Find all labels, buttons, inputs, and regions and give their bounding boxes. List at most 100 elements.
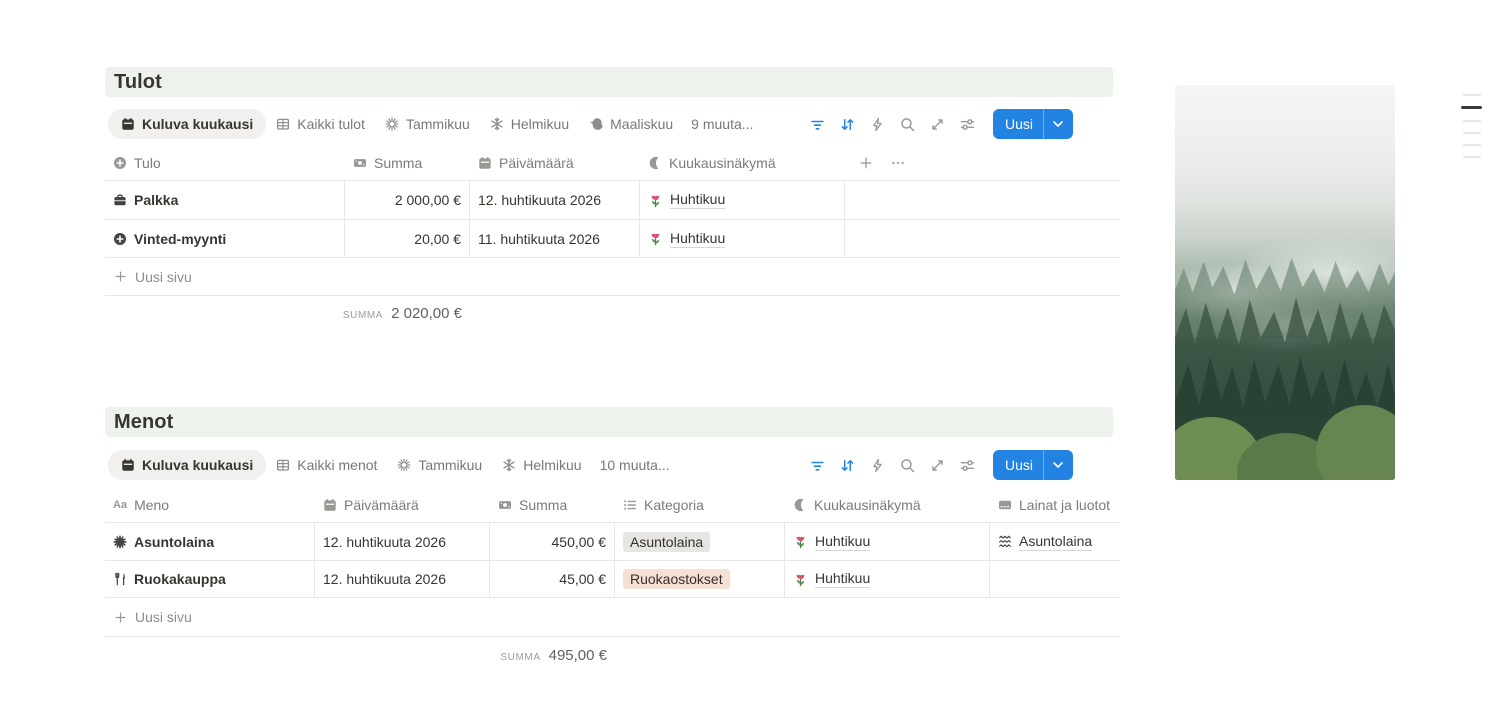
tab-kaikki-tulot[interactable]: Kaikki tulot <box>266 109 375 139</box>
month-relation-cell[interactable]: Huhtikuu <box>785 523 990 560</box>
tab-tammikuu[interactable]: Tammikuu <box>375 109 480 139</box>
expand-icon[interactable] <box>930 117 945 132</box>
table-row[interactable]: Asuntolaina 12. huhtikuuta 2026 450,00 €… <box>105 522 1120 560</box>
lightning-icon[interactable] <box>870 117 885 132</box>
filter-icon[interactable] <box>810 458 825 473</box>
list-icon <box>623 499 636 510</box>
empty-cell[interactable] <box>845 220 1120 257</box>
column-header-summa[interactable]: Summa <box>345 146 470 180</box>
date-cell[interactable]: 12. huhtikuuta 2026 <box>315 561 490 597</box>
outline-line[interactable] <box>1463 120 1481 122</box>
month-relation-cell[interactable]: Huhtikuu <box>785 561 990 597</box>
loan-relation-cell[interactable] <box>990 561 1120 597</box>
duck-icon <box>590 118 603 130</box>
search-icon[interactable] <box>900 117 915 132</box>
relation-link[interactable]: Huhtikuu <box>670 230 726 248</box>
cutlery-icon <box>115 572 126 586</box>
new-button[interactable]: Uusi <box>992 109 1073 139</box>
row-title-cell[interactable]: Vinted-myynti <box>105 220 345 257</box>
sort-icon[interactable] <box>840 117 855 132</box>
column-header-summa[interactable]: Summa <box>490 487 615 522</box>
date-value: 12. huhtikuuta 2026 <box>323 533 446 550</box>
table-row[interactable]: Vinted-myynti 20,00 € 11. huhtikuuta 202… <box>105 219 1120 258</box>
category-tag[interactable]: Ruokaostokset <box>623 569 730 589</box>
add-property-button[interactable] <box>859 156 873 170</box>
tulot-summary[interactable]: SUMMA 2 020,00 € <box>105 296 470 322</box>
moon-icon <box>649 156 659 170</box>
tab-helmikuu[interactable]: Helmikuu <box>480 109 579 139</box>
sliders-icon[interactable] <box>960 117 975 132</box>
summa-cell[interactable]: 2 000,00 € <box>345 181 470 219</box>
tab-kuluva-kuukausi[interactable]: Kuluva kuukausi <box>108 109 267 139</box>
misty-forest-photo <box>1175 85 1395 480</box>
new-button[interactable]: Uusi <box>992 450 1073 480</box>
lightning-icon[interactable] <box>870 458 885 473</box>
date-cell[interactable]: 12. huhtikuuta 2026 <box>315 523 490 560</box>
column-header-paivamaara[interactable]: Päivämäärä <box>315 487 490 522</box>
month-relation-cell[interactable]: Huhtikuu <box>640 220 845 257</box>
column-header-lainat-ja-luotot[interactable]: Lainat ja luotot <box>990 487 1120 522</box>
tab-maaliskuu[interactable]: Maaliskuu <box>579 109 683 139</box>
chevron-down-icon[interactable] <box>1043 109 1073 139</box>
tab-more-views[interactable]: 9 muuta... <box>683 109 761 139</box>
row-title-cell[interactable]: Ruokakauppa <box>105 561 315 597</box>
burst-icon <box>398 458 411 472</box>
tulot-view-tabs: Kuluva kuukausi Kaikki tulot Tammikuu He… <box>105 108 1120 140</box>
sliders-icon[interactable] <box>960 458 975 473</box>
chevron-down-icon[interactable] <box>1043 450 1073 480</box>
relation-link[interactable]: Huhtikuu <box>670 191 726 209</box>
outline-line-active[interactable] <box>1461 106 1482 109</box>
column-header-meno[interactable]: Aa Meno <box>105 487 315 522</box>
loan-relation-cell[interactable]: Asuntolaina <box>990 523 1120 560</box>
column-header-kuukausinakyma[interactable]: Kuukausinäkymä <box>785 487 990 522</box>
tab-tammikuu[interactable]: Tammikuu <box>387 450 492 480</box>
tulot-heading-band: Tulot <box>105 67 1113 97</box>
relation-link[interactable]: Huhtikuu <box>815 570 871 588</box>
tab-kuluva-kuukausi[interactable]: Kuluva kuukausi <box>108 450 267 480</box>
kategoria-cell[interactable]: Asuntolaina <box>615 523 785 560</box>
column-label: Päivämäärä <box>499 155 574 171</box>
outline-line[interactable] <box>1463 132 1481 134</box>
snowflake-icon <box>491 117 503 131</box>
sort-icon[interactable] <box>840 458 855 473</box>
row-title-cell[interactable]: Asuntolaina <box>105 523 315 560</box>
relation-link[interactable]: Huhtikuu <box>815 533 871 551</box>
tab-helmikuu[interactable]: Helmikuu <box>492 450 591 480</box>
row-title-cell[interactable]: Palkka <box>105 181 345 219</box>
empty-cell[interactable] <box>845 181 1120 219</box>
date-cell[interactable]: 12. huhtikuuta 2026 <box>470 181 640 219</box>
summa-cell[interactable]: 45,00 € <box>490 561 615 597</box>
tab-label: Kuluva kuukausi <box>142 457 254 473</box>
page-content: Tulot Kuluva kuukausi Kaikki tulot Tammi… <box>105 67 1120 664</box>
new-page-button[interactable]: Uusi sivu <box>105 258 1120 296</box>
tab-label: 9 muuta... <box>691 116 754 132</box>
column-header-paivamaara[interactable]: Päivämäärä <box>470 146 640 180</box>
outline-line[interactable] <box>1463 156 1481 158</box>
category-tag[interactable]: Asuntolaina <box>623 531 711 552</box>
summa-cell[interactable]: 450,00 € <box>490 523 615 560</box>
month-relation-cell[interactable]: Huhtikuu <box>640 181 845 219</box>
kategoria-cell[interactable]: Ruokaostokset <box>615 561 785 597</box>
rosette-icon <box>113 535 127 548</box>
tab-kaikki-menot[interactable]: Kaikki menot <box>266 450 387 480</box>
table-row[interactable]: Palkka 2 000,00 € 12. huhtikuuta 2026 Hu… <box>105 180 1120 219</box>
relation-link[interactable]: Asuntolaina <box>1019 533 1093 551</box>
date-cell[interactable]: 11. huhtikuuta 2026 <box>470 220 640 257</box>
column-header-tulo[interactable]: Tulo <box>105 146 345 180</box>
table-row[interactable]: Ruokakauppa 12. huhtikuuta 2026 45,00 € … <box>105 560 1120 598</box>
outline-line[interactable] <box>1463 144 1481 146</box>
tab-label: 10 muuta... <box>599 457 670 473</box>
menot-summary[interactable]: SUMMA 495,00 € <box>105 637 615 664</box>
filter-icon[interactable] <box>810 117 825 132</box>
tab-more-views[interactable]: 10 muuta... <box>592 450 678 480</box>
column-header-kuukausinakyma[interactable]: Kuukausinäkymä <box>640 146 845 180</box>
outline-line[interactable] <box>1463 94 1481 96</box>
plus-circle-icon <box>113 231 127 246</box>
new-page-button[interactable]: Uusi sivu <box>105 598 1120 637</box>
summa-cell[interactable]: 20,00 € <box>345 220 470 257</box>
search-icon[interactable] <box>900 458 915 473</box>
column-header-kategoria[interactable]: Kategoria <box>615 487 785 522</box>
expand-icon[interactable] <box>930 458 945 473</box>
property-menu-button[interactable] <box>891 156 905 170</box>
calendar-icon <box>479 157 491 169</box>
